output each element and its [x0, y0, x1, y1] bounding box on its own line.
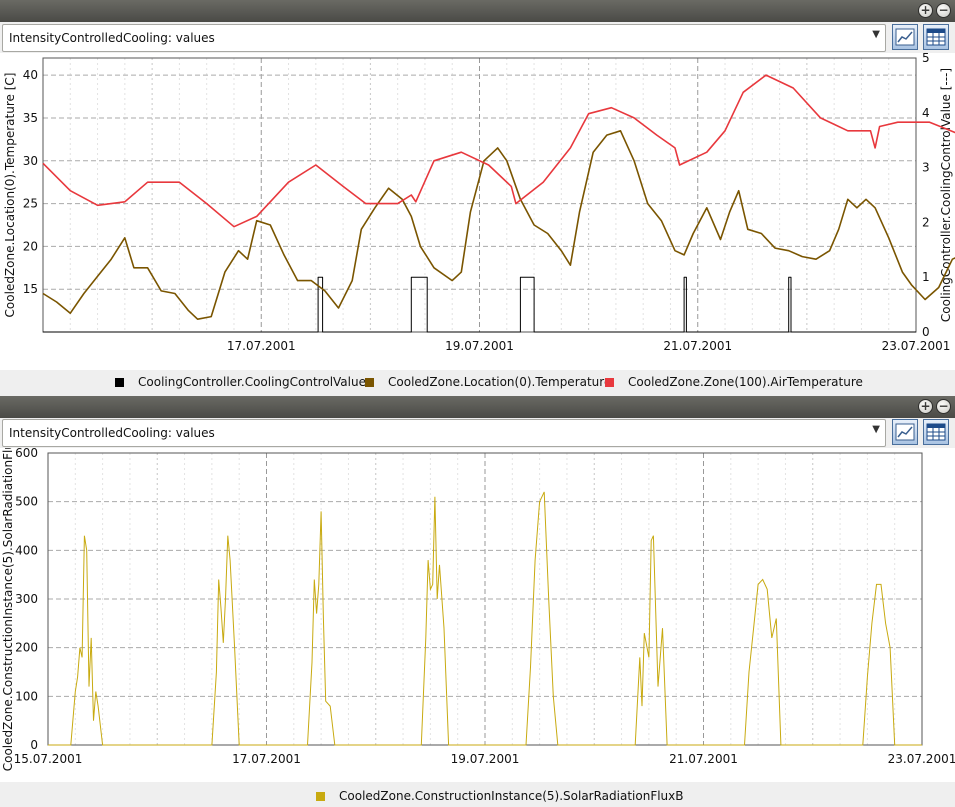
x-tick-label: 23.07.2001: [888, 752, 955, 766]
legend-swatch: [605, 378, 614, 387]
panel2-legend: CooledZone.ConstructionInstance(5).Solar…: [0, 789, 955, 805]
table-view-button[interactable]: [923, 24, 949, 50]
legend-item-location-temperature: CooledZone.Location(0).Temperature: [365, 375, 611, 389]
table-view-icon: [926, 28, 946, 46]
y-right-tick-label: 4: [922, 106, 930, 120]
y-tick-label: 0: [30, 738, 38, 752]
dataset-select[interactable]: IntensityControlledCooling: values ▼: [2, 419, 886, 447]
y-right-tick-label: 0: [922, 325, 930, 339]
dataset-select-value: IntensityControlledCooling: values: [9, 31, 215, 45]
solar-radiation-chart-svg: 0 100 200 300 400 500 600 15.07.2001 17.07.2001 1…: [1, 427, 955, 772]
chevron-down-icon: ▼: [872, 29, 880, 40]
x-tick-label: 17.07.2001: [227, 339, 296, 353]
legend-label: CooledZone.Zone(100).AirTemperature: [628, 375, 863, 389]
chart-view-icon: [895, 423, 915, 441]
chart-view-button[interactable]: [892, 419, 918, 445]
y-axis-label: CooledZone.ConstructionInstance(5).Solar…: [1, 448, 15, 771]
legend-label: CooledZone.ConstructionInstance(5).Solar…: [339, 789, 684, 803]
y-right-tick-label: 1: [922, 270, 930, 284]
y-tick-label: 100: [15, 689, 38, 703]
panel2-titlebar: + −: [0, 396, 955, 418]
chart-view-button[interactable]: [892, 24, 918, 50]
x-tick-label: 15.07.2001: [14, 752, 83, 766]
table-view-button[interactable]: [923, 419, 949, 445]
y-left-tick-label: 20: [23, 239, 38, 253]
dataset-select[interactable]: IntensityControlledCooling: values ▼: [2, 24, 886, 52]
y-tick-label: 600: [15, 448, 38, 460]
dataset-select-value: IntensityControlledCooling: values: [9, 426, 215, 440]
y-tick-label: 300: [15, 592, 38, 606]
x-tick-label: 21.07.2001: [663, 339, 732, 353]
y-left-tick-label: 30: [23, 154, 38, 168]
x-tick-label: 23.07.2001: [882, 339, 951, 353]
y-left-tick-label: 35: [23, 111, 38, 125]
legend-item-solar-radiation: CooledZone.ConstructionInstance(5).Solar…: [316, 789, 684, 803]
minus-icon[interactable]: −: [936, 399, 951, 414]
y-left-axis-label: CooledZone.Location(0).Temperature [C]: [3, 73, 17, 318]
y-right-tick-label: 5: [922, 53, 930, 65]
plus-icon[interactable]: +: [918, 399, 933, 414]
panel1-legend: CoolingController.CoolingControlValue Co…: [0, 375, 955, 391]
x-tick-label: 19.07.2001: [451, 752, 520, 766]
x-tick-label: 19.07.2001: [445, 339, 514, 353]
y-tick-label: 400: [15, 543, 38, 557]
chevron-down-icon: ▼: [872, 424, 880, 435]
chart-view-icon: [895, 28, 915, 46]
y-left-tick-label: 25: [23, 197, 38, 211]
y-right-tick-label: 3: [922, 161, 930, 175]
y-left-tick-label: 15: [23, 282, 38, 296]
y-tick-label: 500: [15, 495, 38, 509]
temperature-chart: 15 20 25 30 35 40 0 1 2 3 4 5 17.07.2001 19.07.2001 21…: [0, 51, 955, 370]
legend-item-air-temperature: CooledZone.Zone(100).AirTemperature: [605, 375, 863, 389]
legend-item-control-value: CoolingController.CoolingControlValue: [115, 375, 366, 389]
legend-label: CoolingController.CoolingControlValue: [138, 375, 366, 389]
y-left-tick-label: 40: [23, 68, 38, 82]
legend-swatch: [316, 792, 325, 801]
temperature-chart-svg: 15 20 25 30 35 40 0 1 2 3 4 5 17.07.2001 19.07.2001 21…: [3, 51, 955, 353]
legend-swatch: [365, 378, 374, 387]
x-tick-label: 17.07.2001: [232, 752, 301, 766]
y-right-tick-label: 2: [922, 215, 930, 229]
table-view-icon: [926, 423, 946, 441]
panel1-titlebar: + −: [0, 0, 955, 22]
solar-radiation-chart: 0 100 200 300 400 500 600 15.07.2001 17.07.2001 1…: [0, 427, 955, 782]
minus-icon[interactable]: −: [936, 3, 951, 18]
legend-label: CooledZone.Location(0).Temperature: [388, 375, 612, 389]
legend-swatch: [115, 378, 124, 387]
y-tick-label: 200: [15, 641, 38, 655]
plus-icon[interactable]: +: [918, 3, 933, 18]
x-tick-label: 21.07.2001: [669, 752, 738, 766]
